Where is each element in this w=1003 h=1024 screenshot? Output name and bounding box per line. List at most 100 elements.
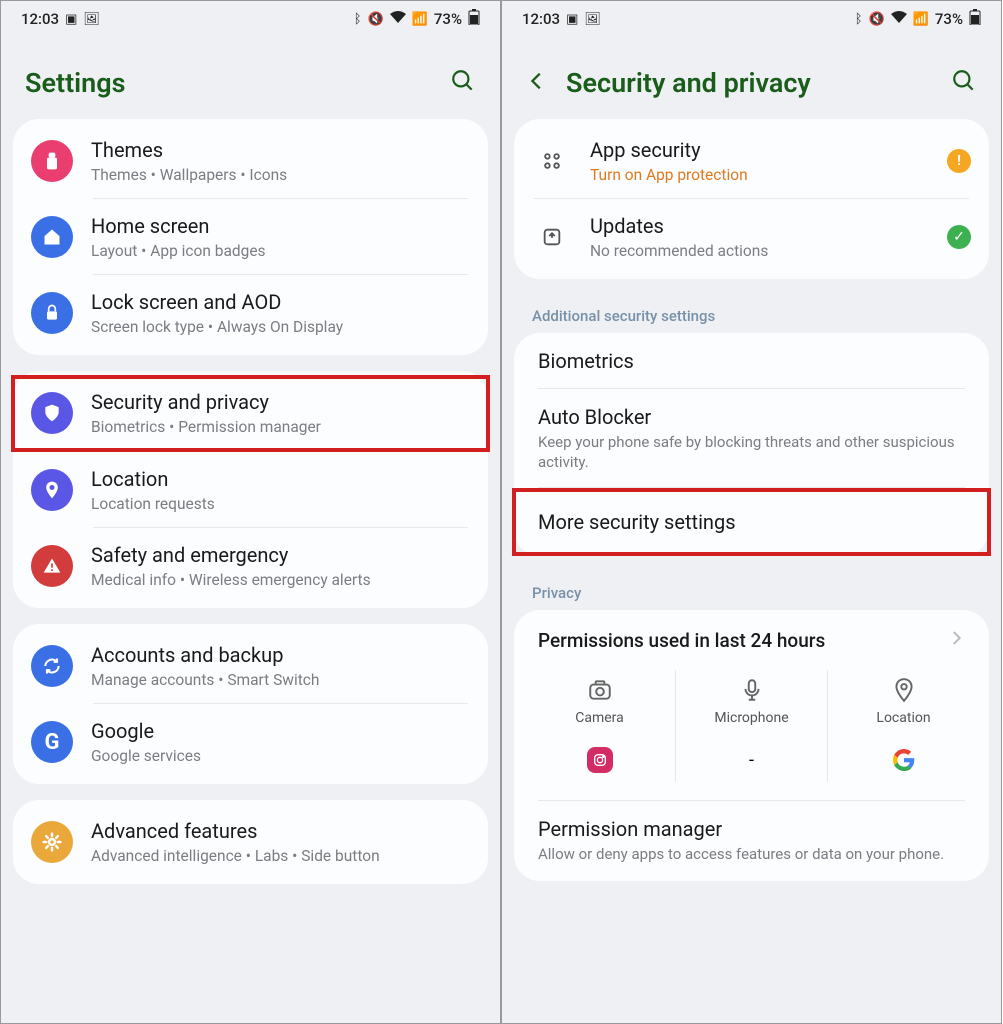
item-title: Location [91, 466, 470, 492]
item-title: Themes [91, 137, 470, 163]
gear-icon [31, 821, 73, 863]
item-title: Advanced features [91, 818, 470, 844]
perm-col-location[interactable]: Location [828, 670, 979, 782]
settings-item-safety-emergency[interactable]: Safety and emergency Medical info • Wire… [13, 528, 488, 604]
wifi-icon [390, 11, 406, 27]
battery-icon [468, 9, 480, 29]
item-title: Home screen [91, 213, 470, 239]
image-icon: 🖼 [584, 12, 601, 27]
home-icon [31, 216, 73, 258]
sync-icon [31, 645, 73, 687]
item-title: App security [590, 137, 929, 163]
item-permission-manager[interactable]: Permission manager Allow or deny apps to… [514, 801, 989, 881]
google-icon: G [31, 721, 73, 763]
mute-icon: 🔇 [869, 12, 885, 27]
settings-header: Settings [1, 37, 500, 119]
image-icon: 🖼 [83, 12, 100, 27]
item-title: Auto Blocker [538, 405, 965, 429]
perm-title: Permissions used in last 24 hours [538, 629, 825, 652]
settings-item-google[interactable]: G Google Google services [13, 704, 488, 780]
alert-icon [31, 545, 73, 587]
app-google-icon [893, 744, 915, 776]
pin-icon [31, 469, 73, 511]
themes-icon [31, 140, 73, 182]
settings-item-accounts-backup[interactable]: Accounts and backup Manage accounts • Sm… [13, 628, 488, 704]
page-title: Settings [25, 67, 434, 99]
perm-label: Microphone [714, 710, 788, 726]
settings-group: Advanced features Advanced intelligence … [13, 800, 488, 884]
back-icon[interactable] [526, 70, 550, 96]
status-time: 12:03 [21, 10, 59, 28]
search-icon[interactable] [951, 68, 977, 98]
battery-percent: 73% [935, 10, 963, 28]
chevron-right-icon [947, 628, 965, 652]
item-sub: Manage accounts • Smart Switch [91, 670, 470, 690]
item-sub: Themes • Wallpapers • Icons [91, 165, 470, 185]
location-icon [891, 676, 917, 704]
section-additional-security: Additional security settings [502, 295, 1001, 333]
item-sub: Biometrics • Permission manager [91, 417, 470, 437]
settings-item-themes[interactable]: Themes Themes • Wallpapers • Icons [13, 123, 488, 199]
settings-item-location[interactable]: Location Location requests [13, 452, 488, 528]
mute-icon: 🔇 [368, 12, 384, 27]
status-bar: 12:03 ▣ 🖼 ᛒ 🔇 📶 73% [502, 1, 1001, 37]
app-none: - [749, 744, 754, 776]
update-icon [536, 221, 568, 253]
settings-group: Themes Themes • Wallpapers • Icons Home … [13, 119, 488, 355]
item-sub: Keep your phone safe by blocking threats… [538, 433, 965, 472]
item-biometrics[interactable]: Biometrics [514, 333, 989, 389]
item-sub: Layout • App icon badges [91, 241, 470, 261]
security-privacy-screen: 12:03 ▣ 🖼 ᛒ 🔇 📶 73% Security and privacy [501, 0, 1002, 1024]
perm-col-camera[interactable]: Camera [524, 670, 676, 782]
permissions-used-row[interactable]: Permissions used in last 24 hours [514, 610, 989, 660]
item-app-security[interactable]: App security Turn on App protection ! [514, 123, 989, 199]
settings-item-security-privacy[interactable]: Security and privacy Biometrics • Permis… [13, 375, 488, 451]
item-sub: Allow or deny apps to access features or… [538, 845, 965, 865]
bluetooth-icon: ᛒ [855, 12, 863, 27]
item-sub: Advanced intelligence • Labs • Side butt… [91, 846, 470, 866]
item-auto-blocker[interactable]: Auto Blocker Keep your phone safe by blo… [514, 389, 989, 488]
item-title: Biometrics [538, 349, 965, 373]
settings-group: Accounts and backup Manage accounts • Sm… [13, 624, 488, 784]
security-status-group: App security Turn on App protection ! Up… [514, 119, 989, 279]
item-sub: No recommended actions [590, 241, 929, 261]
ok-badge-icon: ✓ [947, 225, 971, 249]
item-sub: Turn on App protection [590, 165, 929, 185]
notif-icon: ▣ [566, 12, 578, 27]
item-title: Permission manager [538, 817, 965, 841]
status-time: 12:03 [522, 10, 560, 28]
notif-icon: ▣ [65, 12, 77, 27]
item-sub: Location requests [91, 494, 470, 514]
item-title: More security settings [538, 510, 965, 534]
battery-percent: 73% [434, 10, 462, 28]
mic-icon [739, 676, 765, 704]
item-title: Google [91, 718, 470, 744]
item-title: Lock screen and AOD [91, 289, 470, 315]
perm-label: Camera [575, 710, 624, 726]
item-updates[interactable]: Updates No recommended actions ✓ [514, 199, 989, 275]
warning-badge-icon: ! [947, 149, 971, 173]
item-title: Security and privacy [91, 389, 470, 415]
perm-col-microphone[interactable]: Microphone - [676, 670, 828, 782]
settings-item-lock-screen[interactable]: Lock screen and AOD Screen lock type • A… [13, 275, 488, 351]
additional-security-group: Biometrics Auto Blocker Keep your phone … [514, 333, 989, 556]
perm-label: Location [876, 710, 930, 726]
signal-icon: 📶 [412, 12, 428, 27]
signal-icon: 📶 [913, 12, 929, 27]
bluetooth-icon: ᛒ [354, 12, 362, 27]
page-title: Security and privacy [566, 67, 935, 99]
item-title: Accounts and backup [91, 642, 470, 668]
item-more-security-settings[interactable]: More security settings [514, 488, 989, 556]
lock-icon [31, 292, 73, 334]
item-title: Safety and emergency [91, 542, 470, 568]
settings-item-advanced-features[interactable]: Advanced features Advanced intelligence … [13, 804, 488, 880]
wifi-icon [891, 11, 907, 27]
item-sub: Medical info • Wireless emergency alerts [91, 570, 470, 590]
settings-item-home-screen[interactable]: Home screen Layout • App icon badges [13, 199, 488, 275]
item-title: Updates [590, 213, 929, 239]
camera-icon [587, 676, 613, 704]
search-icon[interactable] [450, 68, 476, 98]
settings-group: Security and privacy Biometrics • Permis… [13, 371, 488, 607]
apps-icon [536, 145, 568, 177]
shield-icon [31, 392, 73, 434]
